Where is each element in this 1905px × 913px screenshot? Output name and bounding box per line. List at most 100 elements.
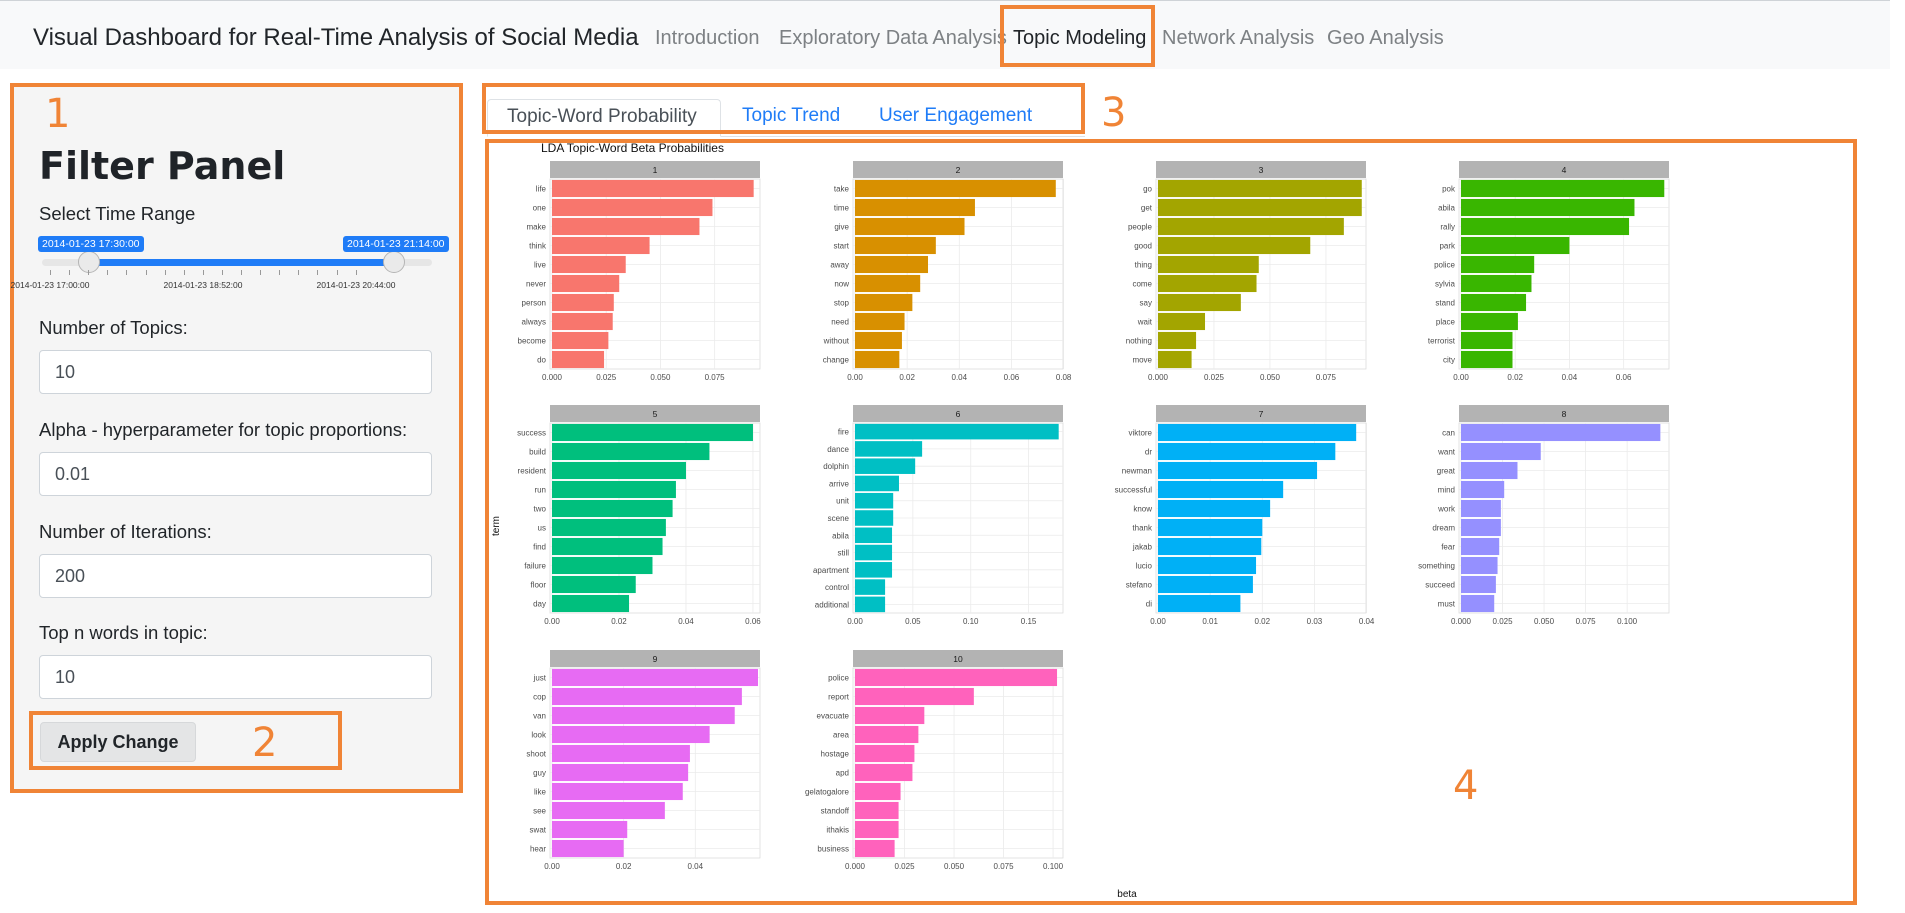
term-label: scene	[828, 514, 850, 523]
x-tick-label: 0.000	[542, 373, 563, 382]
bar	[552, 236, 650, 255]
x-tick-label: 0.04	[678, 617, 694, 626]
term-label: become	[518, 337, 547, 346]
term-label: dolphin	[823, 462, 849, 471]
term-label: come	[1132, 280, 1152, 289]
bar	[855, 668, 1058, 687]
x-tick-label: 0.10	[963, 617, 979, 626]
term-label: must	[1438, 600, 1456, 609]
bar	[1461, 594, 1495, 613]
x-tick-label: 0.000	[1148, 373, 1169, 382]
bar	[855, 458, 916, 474]
bar	[1158, 217, 1344, 236]
term-label: see	[533, 807, 546, 816]
term-label: guy	[533, 769, 546, 778]
x-tick-label: 0.04	[1359, 617, 1375, 626]
term-label: succeed	[1425, 581, 1455, 590]
bar	[1158, 499, 1271, 518]
topic-word-beta-chart: 10.000 0.025 0.050 0.075lifeonemakethinkliv…	[491, 161, 1670, 900]
bar	[855, 312, 905, 331]
x-tick-label: 0.025	[1204, 373, 1225, 382]
term-label: hostage	[821, 750, 850, 759]
facet-strip-label: 1	[653, 165, 658, 175]
bar	[855, 179, 1056, 198]
term-label: success	[517, 429, 546, 438]
bar	[1461, 179, 1665, 198]
term-label: time	[834, 204, 850, 213]
facet-strip-label: 10	[953, 654, 963, 664]
bar	[552, 556, 653, 575]
term-label: make	[526, 223, 546, 232]
term-label: fire	[838, 428, 850, 437]
term-label: van	[533, 712, 546, 721]
term-label: successful	[1115, 486, 1153, 495]
facet-strip-label: 3	[1259, 165, 1264, 175]
x-tick-label: 0.08	[1056, 373, 1072, 382]
bar	[1461, 350, 1513, 369]
bar	[552, 801, 665, 820]
term-label: two	[534, 505, 547, 514]
x-tick-label: 0.100	[1043, 862, 1064, 871]
facet-strip-label: 9	[653, 654, 658, 664]
term-label: good	[1134, 242, 1152, 251]
term-label: go	[1143, 185, 1152, 194]
term-label: pok	[1442, 185, 1456, 194]
term-label: shoot	[526, 750, 546, 759]
term-label: place	[1436, 318, 1456, 327]
bar	[855, 579, 886, 595]
term-label: arrive	[829, 479, 850, 488]
x-tick-label: 0.02	[616, 862, 632, 871]
bar	[855, 274, 921, 293]
term-label: dream	[1432, 524, 1455, 533]
bar	[1158, 442, 1336, 461]
bar	[855, 441, 923, 457]
term-label: evacuate	[817, 712, 850, 721]
term-label: apd	[836, 769, 849, 778]
x-tick-label: 0.15	[1021, 617, 1037, 626]
term-label: ithakis	[826, 826, 849, 835]
bar	[552, 179, 754, 198]
bar	[552, 668, 758, 687]
bar	[1461, 499, 1501, 518]
term-label: lucio	[1136, 562, 1153, 571]
x-tick-label: 0.050	[1534, 617, 1555, 626]
bar	[855, 510, 894, 526]
bar	[1158, 198, 1362, 217]
term-label: unit	[836, 497, 850, 506]
bar	[1158, 293, 1241, 312]
facet-strip-label: 7	[1259, 409, 1264, 419]
x-tick-label: 0.00	[847, 617, 863, 626]
bar	[552, 442, 710, 461]
x-tick-label: 0.100	[1617, 617, 1638, 626]
term-label: additional	[815, 600, 849, 609]
x-tick-label: 0.000	[845, 862, 866, 871]
term-label: life	[536, 185, 547, 194]
bar	[1158, 236, 1311, 255]
x-tick-label: 0.025	[1493, 617, 1514, 626]
term-label: day	[533, 600, 546, 609]
term-label: apartment	[813, 566, 850, 575]
x-tick-label: 0.00	[544, 617, 560, 626]
bar	[1461, 423, 1661, 442]
bar	[1158, 331, 1197, 350]
term-label: do	[537, 356, 546, 365]
bar	[552, 687, 742, 706]
term-label: newman	[1122, 467, 1152, 476]
bar	[1158, 594, 1241, 613]
bar	[1158, 461, 1318, 480]
bar	[1158, 312, 1206, 331]
term-label: never	[526, 280, 546, 289]
term-label: run	[534, 486, 546, 495]
bar	[855, 198, 975, 217]
x-tick-label: 0.075	[1316, 373, 1337, 382]
bar	[855, 527, 893, 544]
bar	[552, 575, 636, 594]
term-label: standoff	[821, 807, 850, 816]
term-label: area	[833, 731, 850, 740]
bar	[855, 350, 900, 369]
bar	[1461, 217, 1630, 236]
term-label: mind	[1438, 486, 1455, 495]
term-label: move	[1132, 356, 1152, 365]
bar	[552, 744, 690, 763]
y-axis-title: term	[491, 516, 502, 536]
